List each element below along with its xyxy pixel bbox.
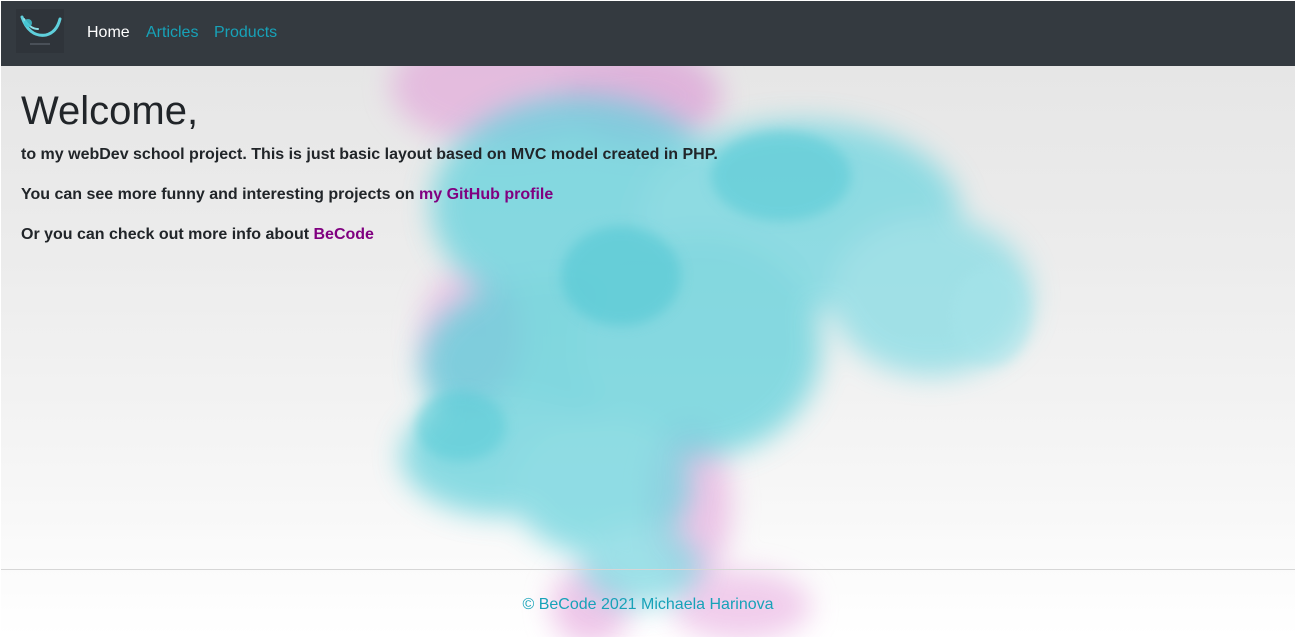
navbar: Home Articles Products <box>1 1 1295 66</box>
page: Home Articles Products Welcome, to my we… <box>1 1 1295 637</box>
nav-link-articles[interactable]: Articles <box>146 23 198 43</box>
becode-link[interactable]: BeCode <box>313 226 373 243</box>
github-text: You can see more funny and interesting p… <box>21 186 419 203</box>
becode-text: Or you can check out more info about <box>21 226 314 243</box>
intro-paragraph: to my webDev school project. This is jus… <box>21 146 718 163</box>
github-profile-link[interactable]: my GitHub profile <box>419 186 553 203</box>
footer-copyright: © BeCode 2021 Michaela Harinova <box>522 596 774 613</box>
nav-link-products[interactable]: Products <box>214 23 277 43</box>
main-content: Welcome, to my webDev school project. Th… <box>21 88 718 243</box>
nav-link-home[interactable]: Home <box>87 23 130 43</box>
becode-paragraph: Or you can check out more info about BeC… <box>21 225 374 245</box>
github-paragraph: You can see more funny and interesting p… <box>21 185 553 205</box>
footer: © BeCode 2021 Michaela Harinova <box>1 569 1295 637</box>
becode-logo-icon[interactable] <box>16 9 64 53</box>
page-title: Welcome, <box>21 89 199 133</box>
